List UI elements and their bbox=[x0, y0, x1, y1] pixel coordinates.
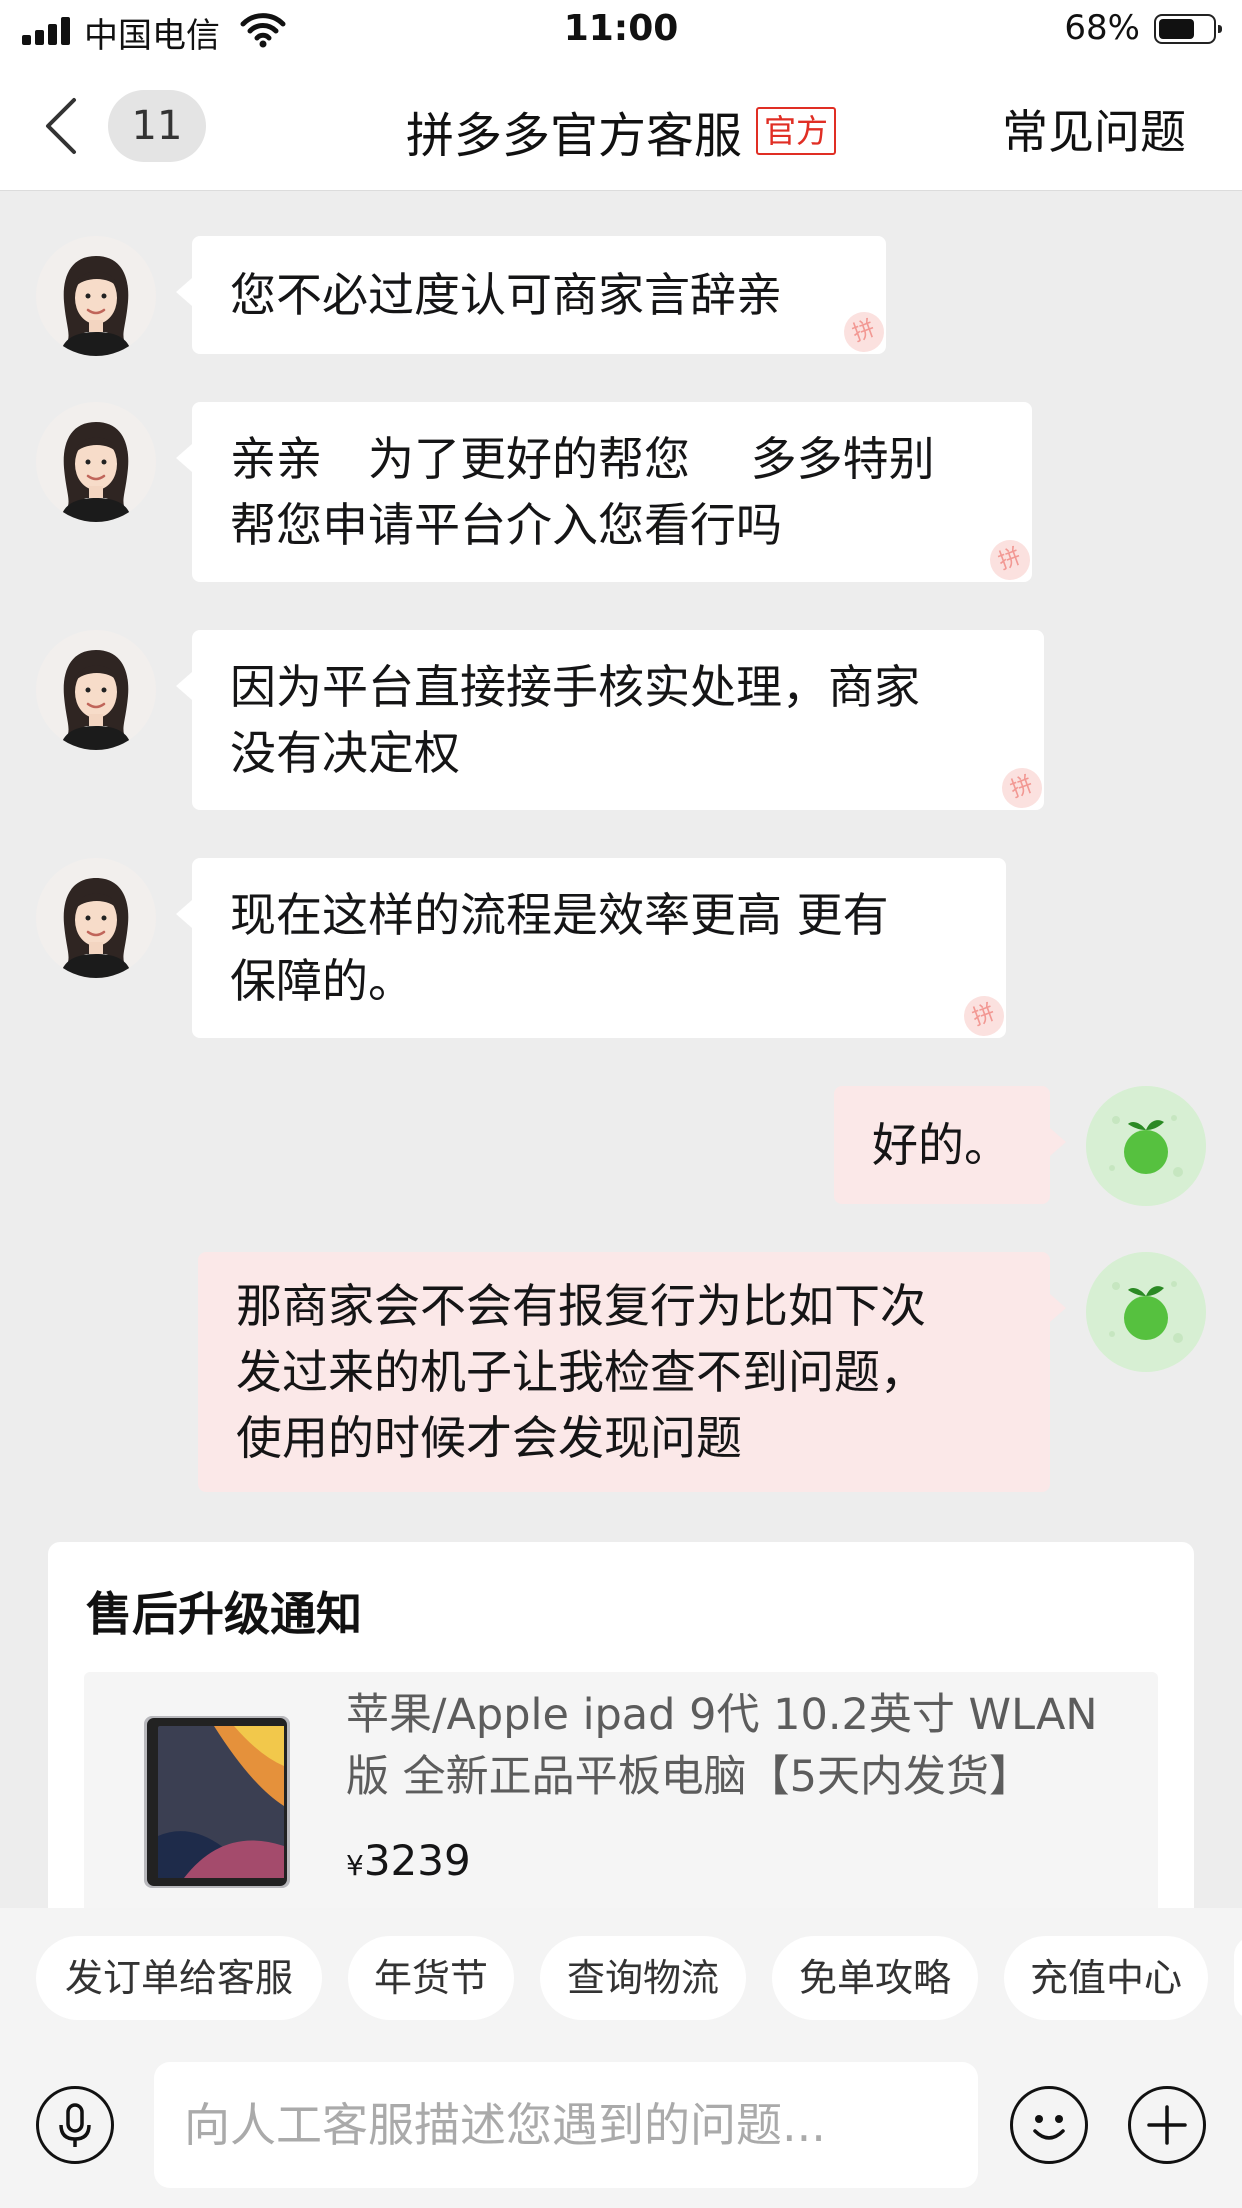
message-line: 亲亲 为了更好的帮您 多多特别 bbox=[230, 432, 935, 486]
battery-icon bbox=[1154, 14, 1222, 44]
message-line: 使用的时候才会发现问题 bbox=[236, 1411, 742, 1465]
agent-avatar[interactable] bbox=[36, 858, 156, 978]
microphone-icon[interactable] bbox=[36, 2086, 114, 2164]
message-line: 那商家会不会有报复行为比如下次 bbox=[236, 1279, 926, 1333]
user-avatar[interactable] bbox=[1086, 1252, 1206, 1372]
product-price: ¥3239 bbox=[346, 1836, 471, 1885]
input-bar: 向人工客服描述您遇到的问题... bbox=[0, 2048, 1242, 2208]
emoji-icon[interactable] bbox=[1010, 2086, 1088, 2164]
product-name-line: 苹果/Apple ipad 9代 10.2英寸 WLAN bbox=[346, 1690, 1098, 1740]
message-bubble[interactable]: 您不必过度认可商家言辞亲 拼 bbox=[176, 236, 890, 358]
message-bubble[interactable]: 亲亲 为了更好的帮您 多多特别 帮您申请平台介入您看行吗 拼 bbox=[176, 402, 1036, 586]
official-badge: 官方 bbox=[756, 107, 837, 155]
quick-reply-chip-overflow[interactable] bbox=[1234, 1936, 1242, 2020]
agent-avatar[interactable] bbox=[36, 236, 156, 356]
agent-avatar[interactable] bbox=[36, 630, 156, 750]
quick-reply-chip[interactable]: 免单攻略 bbox=[772, 1936, 978, 2020]
notice-title: 售后升级通知 bbox=[86, 1587, 362, 1641]
message-line: 好的。 bbox=[872, 1118, 1010, 1172]
quick-reply-chip[interactable]: 查询物流 bbox=[540, 1936, 746, 2020]
quick-reply-chip[interactable]: 发订单给客服 bbox=[36, 1936, 322, 2020]
message-input[interactable]: 向人工客服描述您遇到的问题... bbox=[154, 2062, 978, 2188]
message-line: 您不必过度认可商家言辞亲 bbox=[230, 268, 782, 322]
message-line: 现在这样的流程是效率更高 更有 bbox=[230, 888, 889, 942]
message-row: 现在这样的流程是效率更高 更有 保障的。 拼 bbox=[0, 858, 1242, 1042]
faq-link[interactable]: 常见问题 bbox=[1002, 96, 1186, 162]
product-thumbnail bbox=[144, 1716, 290, 1888]
nav-bar: 11 拼多多官方客服 官方 常见问题 bbox=[0, 62, 1242, 191]
product-name-line: 版 全新正品平板电脑【5天内发货】 bbox=[346, 1752, 1033, 1802]
message-row: 亲亲 为了更好的帮您 多多特别 帮您申请平台介入您看行吗 拼 bbox=[0, 402, 1242, 586]
message-bubble[interactable]: 好的。 bbox=[834, 1086, 1066, 1204]
message-line: 发过来的机子让我检查不到问题， bbox=[236, 1345, 926, 1399]
currency-symbol: ¥ bbox=[346, 1849, 364, 1882]
message-row: 因为平台直接接手核实处理，商家 没有决定权 拼 bbox=[0, 630, 1242, 814]
page-title: 拼多多官方客服 bbox=[405, 108, 742, 164]
after-sales-notice-card[interactable]: 售后升级通知 苹果/Apple ipad 9代 10.2英寸 WLAN 版 全新… bbox=[48, 1542, 1194, 1972]
user-avatar[interactable] bbox=[1086, 1086, 1206, 1206]
battery-percentage: 68% bbox=[1064, 8, 1140, 48]
message-bubble[interactable]: 因为平台直接接手核实处理，商家 没有决定权 拼 bbox=[176, 630, 1048, 814]
message-line: 因为平台直接接手核实处理，商家 bbox=[230, 660, 920, 714]
agent-avatar[interactable] bbox=[36, 402, 156, 522]
message-line: 保障的。 bbox=[230, 954, 414, 1008]
status-bar: 中国电信 11:00 68% bbox=[0, 0, 1242, 62]
message-row: 好的。 bbox=[0, 1086, 1242, 1206]
price-value: 3239 bbox=[363, 1836, 471, 1885]
message-bubble[interactable]: 那商家会不会有报复行为比如下次 发过来的机子让我检查不到问题， 使用的时候才会发… bbox=[198, 1252, 1066, 1492]
message-row: 那商家会不会有报复行为比如下次 发过来的机子让我检查不到问题， 使用的时候才会发… bbox=[0, 1252, 1242, 1492]
clock: 11:00 bbox=[563, 8, 679, 49]
message-bubble[interactable]: 现在这样的流程是效率更高 更有 保障的。 拼 bbox=[176, 858, 1010, 1042]
message-row: 您不必过度认可商家言辞亲 拼 bbox=[0, 236, 1242, 358]
message-line: 没有决定权 bbox=[230, 726, 460, 780]
quick-reply-chip[interactable]: 充值中心 bbox=[1004, 1936, 1208, 2020]
plus-icon[interactable] bbox=[1128, 2086, 1206, 2164]
product-name: 苹果/Apple ipad 9代 10.2英寸 WLAN 版 全新正品平板电脑【… bbox=[346, 1684, 1136, 1808]
message-line: 帮您申请平台介入您看行吗 bbox=[230, 498, 782, 552]
quick-reply-chip[interactable]: 年货节 bbox=[348, 1936, 514, 2020]
quick-reply-bar: 发订单给客服 年货节 查询物流 免单攻略 充值中心 bbox=[0, 1908, 1242, 2048]
